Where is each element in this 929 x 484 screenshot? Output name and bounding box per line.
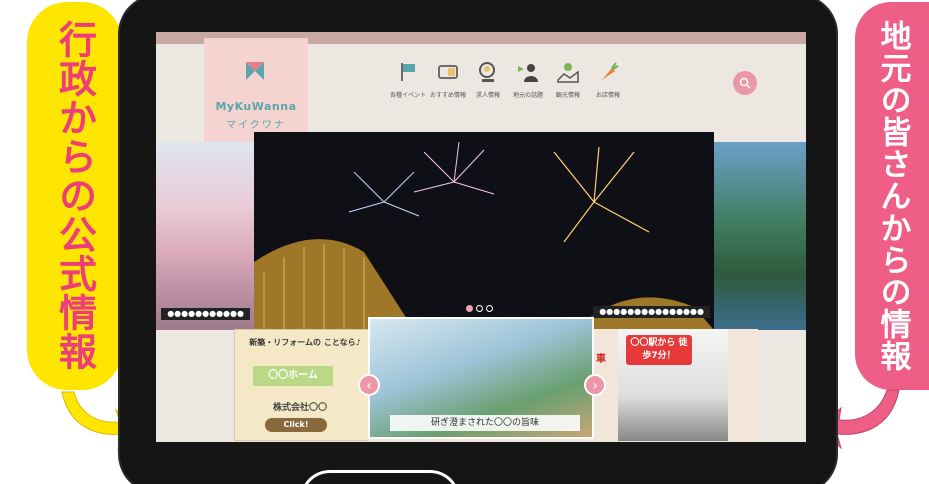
logo-japanese: マイクワナ bbox=[226, 120, 286, 131]
main-nav: 各種イベント おすすめ情報 求人情報 地元の話題 観光情報 お店情報 bbox=[388, 60, 628, 99]
map-pin-icon bbox=[557, 63, 579, 83]
ad-center-image[interactable]: 研ぎ澄まされた〇〇の旨味 bbox=[368, 317, 594, 439]
slider-dot-1[interactable] bbox=[466, 305, 473, 312]
logo-bowtie-icon bbox=[246, 62, 264, 80]
ad1-headline: 新築・リフォームの ことなら♪ bbox=[249, 338, 361, 347]
ad1-home-name: 〇〇ホーム bbox=[253, 366, 333, 386]
person-search-icon bbox=[479, 62, 495, 82]
carrot-icon bbox=[602, 62, 619, 80]
ad1-click-button[interactable]: Click! bbox=[265, 418, 327, 432]
ticket-icon bbox=[438, 65, 458, 79]
flag-icon bbox=[401, 63, 415, 81]
banner-prev-arrow[interactable]: ‹ bbox=[358, 374, 380, 396]
slider-dot-3[interactable] bbox=[486, 305, 493, 312]
nav-item-recommend[interactable]: おすすめ情報 bbox=[428, 60, 468, 99]
nav-label-events: 各種イベント bbox=[389, 92, 426, 99]
ad-car[interactable]: 〇〇駅から 徒歩7分！ bbox=[618, 329, 728, 441]
slider-dot-2[interactable] bbox=[476, 305, 483, 312]
slide-japanese-garden[interactable] bbox=[714, 142, 806, 330]
fireworks-image bbox=[254, 141, 714, 330]
slide-caption-left: ●●●●●●●●●●● bbox=[161, 308, 250, 320]
slide-cherry-blossom[interactable]: ●●●●●●●●●●● bbox=[156, 142, 254, 330]
car-badge: 〇〇駅から 徒歩7分！ bbox=[626, 335, 692, 365]
right-callout-text: 地元の皆さんからの情報 bbox=[874, 20, 911, 372]
logo-english: MyKuWanna bbox=[215, 100, 297, 113]
left-callout-text: 行政からの公式情報 bbox=[52, 20, 97, 371]
home-indicator bbox=[300, 470, 460, 484]
right-callout: 地元の皆さんからの情報 bbox=[855, 2, 929, 390]
nav-item-jobs[interactable]: 求人情報 bbox=[468, 60, 508, 99]
nav-label-shops: お店情報 bbox=[595, 92, 620, 99]
slider-dots bbox=[466, 305, 493, 312]
banner-next-arrow[interactable]: › bbox=[584, 374, 606, 396]
car-kanji: 車 bbox=[596, 354, 606, 365]
chat-person-icon bbox=[518, 64, 538, 82]
search-icon bbox=[739, 77, 751, 89]
nav-item-shops[interactable]: お店情報 bbox=[588, 60, 628, 99]
slide-fireworks[interactable]: ●●●●●●●●●●●●●●● bbox=[254, 132, 714, 330]
nav-item-topics[interactable]: 地元の話題 bbox=[508, 60, 548, 99]
nav-label-recommend: おすすめ情報 bbox=[429, 92, 466, 99]
website-screen: MyKuWanna マイクワナ 各種イベント おすすめ情報 求人情報 地元の話題 bbox=[156, 32, 806, 442]
ad-home-reform[interactable]: 新築・リフォームの ことなら♪ 〇〇ホーム 株式会社〇〇 Click! bbox=[234, 329, 372, 441]
nav-item-tourism[interactable]: 観光情報 bbox=[548, 60, 588, 99]
nav-label-topics: 地元の話題 bbox=[512, 92, 543, 99]
slide-caption-main: ●●●●●●●●●●●●●●● bbox=[593, 306, 710, 318]
left-callout: 行政からの公式情報 bbox=[27, 2, 122, 390]
ad-center-caption: 研ぎ澄まされた〇〇の旨味 bbox=[390, 415, 580, 431]
nav-item-events[interactable]: 各種イベント bbox=[388, 60, 428, 99]
ad1-company: 株式会社〇〇 bbox=[272, 403, 327, 413]
promo-stage: 行政からの公式情報 地元の皆さんからの情報 MyKuWanna マイクワナ 各種… bbox=[0, 0, 929, 484]
nav-label-jobs: 求人情報 bbox=[475, 92, 500, 99]
nav-label-tourism: 観光情報 bbox=[555, 92, 580, 99]
search-button[interactable] bbox=[733, 71, 757, 95]
